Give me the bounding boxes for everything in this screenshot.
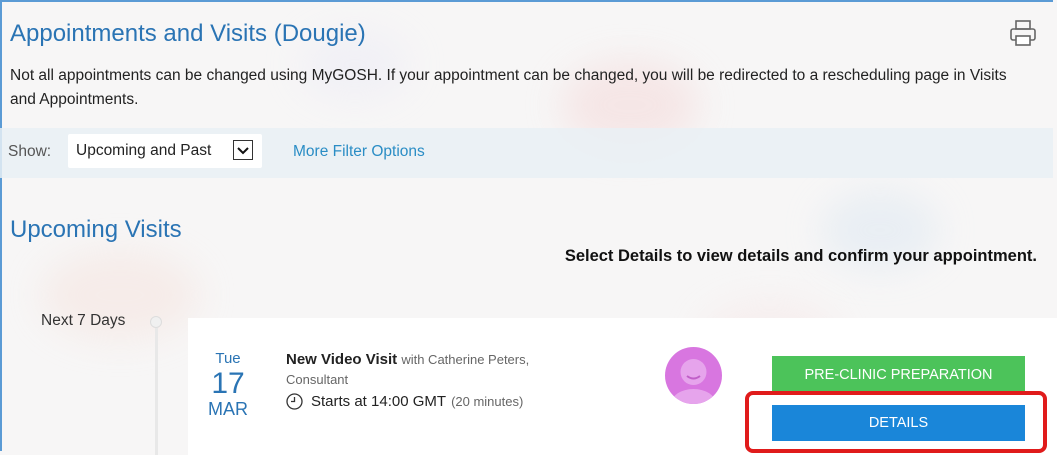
- visit-day-of-week: Tue: [215, 350, 241, 367]
- visit-date: Tue 17 MAR: [200, 350, 256, 419]
- chevron-down-icon[interactable]: [233, 140, 253, 160]
- visit-start: Starts at 14:00 GMT: [311, 393, 447, 410]
- visit-time: Starts at 14:00 GMT (20 minutes): [286, 393, 523, 410]
- timeline-line: [155, 328, 158, 455]
- show-select-value: Upcoming and Past: [76, 142, 212, 159]
- pre-clinic-preparation-button[interactable]: PRE-CLINIC PREPARATION: [772, 356, 1025, 394]
- upcoming-visits-heading: Upcoming Visits: [10, 216, 182, 243]
- visit-title: New Video Visit with Catherine Peters, C…: [286, 350, 616, 390]
- show-label: Show:: [8, 143, 52, 160]
- visit-duration: (20 minutes): [451, 394, 524, 409]
- show-select[interactable]: Upcoming and Past: [68, 134, 262, 168]
- page-title: Appointments and Visits (Dougie): [10, 20, 366, 47]
- next-7-days-label: Next 7 Days: [41, 312, 126, 329]
- visit-type[interactable]: New Video Visit: [286, 351, 397, 368]
- visit-day: 17: [211, 367, 245, 400]
- details-highlight-annotation: [745, 391, 1047, 453]
- visit-with: with Catherine Peters,: [401, 352, 530, 367]
- visit-month: MAR: [208, 399, 248, 419]
- instruction-text: Select Details to view details and confi…: [564, 247, 1037, 265]
- printer-icon[interactable]: [1008, 18, 1038, 48]
- clock-icon: [286, 393, 303, 410]
- more-filter-options-link[interactable]: More Filter Options: [293, 143, 425, 161]
- intro-text: Not all appointments can be changed usin…: [10, 67, 1007, 108]
- avatar: [665, 347, 722, 404]
- timeline-dot: [150, 316, 162, 328]
- person-icon: [671, 359, 716, 404]
- visit-role: Consultant: [286, 372, 349, 387]
